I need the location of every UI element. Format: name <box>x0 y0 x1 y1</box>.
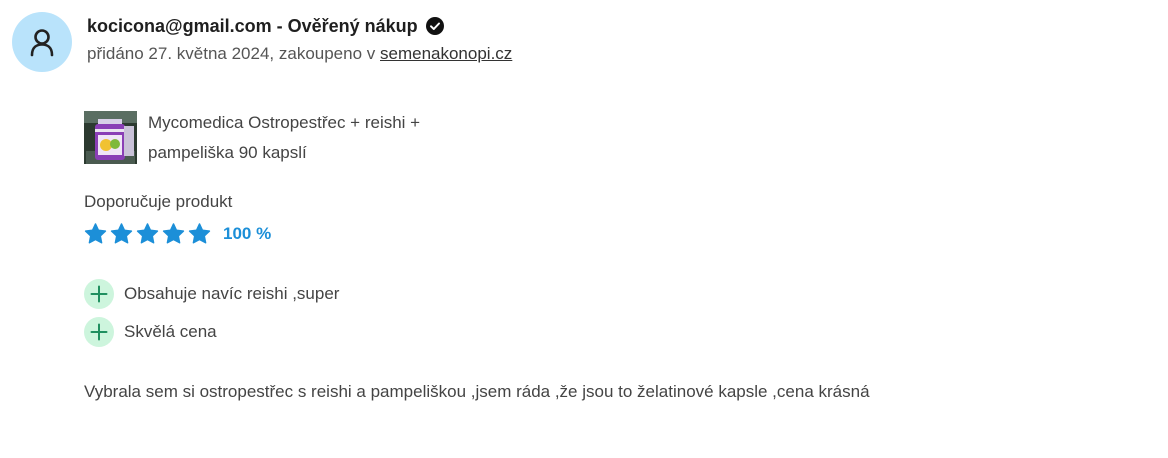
shop-link[interactable]: semenakonopi.cz <box>380 44 512 63</box>
product-thumbnail[interactable] <box>84 111 137 164</box>
review-text: Vybrala sem si ostropestřec s reishi a p… <box>84 382 870 401</box>
review-author-line: kocicona@gmail.com - Ověřený nákup <box>87 14 444 38</box>
star-icon <box>84 223 107 244</box>
pro-text: Skvělá cena <box>124 322 217 341</box>
product: Mycomedica Ostropestřec + reishi + pampe… <box>84 111 468 168</box>
pros-list: Obsahuje navíc reishi ,super Skvělá cena <box>84 279 339 355</box>
rating: 100 % <box>84 222 271 246</box>
check-circle-icon <box>425 17 444 35</box>
rating-percent: 100 % <box>223 224 272 243</box>
recommend-label: Doporučuje produkt <box>84 192 233 211</box>
author-separator: - <box>271 15 288 36</box>
star-rating <box>84 223 214 245</box>
star-icon <box>136 223 159 244</box>
user-icon <box>30 29 54 57</box>
avatar <box>12 12 72 72</box>
pro-text: Obsahuje navíc reishi ,super <box>124 284 340 303</box>
plus-icon <box>84 279 114 309</box>
pro-item: Obsahuje navíc reishi ,super <box>84 279 339 309</box>
review-date-text: přidáno 27. května 2024, zakoupeno v <box>87 44 380 63</box>
author-email: kocicona@gmail.com <box>87 15 272 36</box>
star-icon <box>110 223 133 244</box>
star-icon <box>162 223 185 244</box>
pro-item: Skvělá cena <box>84 317 339 347</box>
product-name-link[interactable]: Mycomedica Ostropestřec + reishi + pampe… <box>148 108 468 168</box>
review-meta: přidáno 27. května 2024, zakoupeno v sem… <box>87 44 512 64</box>
plus-icon <box>84 317 114 347</box>
star-icon <box>188 223 211 244</box>
verified-purchase-label: Ověřený nákup <box>287 15 418 36</box>
